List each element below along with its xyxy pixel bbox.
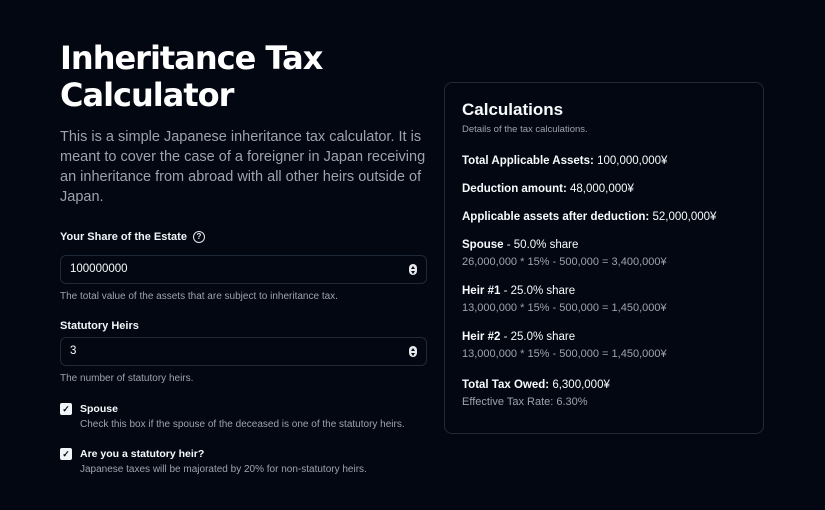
heir-name: Heir #1 <box>462 285 501 297</box>
heir-formula: 26,000,000 * 15% - 500,000 = 3,400,000¥ <box>462 256 667 268</box>
statutory-heir-description: Japanese taxes will be majorated by 20% … <box>80 464 367 475</box>
heir-heading: Heir #1 - 25.0% share <box>462 284 746 299</box>
heir-name: Heir #2 <box>462 331 501 343</box>
heir-formula: 13,000,000 * 15% - 500,000 = 1,450,000¥ <box>462 348 667 360</box>
heir-block-2: Heir #2 - 25.0% share 13,000,000 * 15% -… <box>462 330 746 362</box>
heir-formula: 13,000,000 * 15% - 500,000 = 1,450,000¥ <box>462 302 667 314</box>
page-title: Inheritance Tax Calculator <box>60 39 323 114</box>
share-stepper-icon[interactable] <box>409 264 417 275</box>
total-assets-value: 100,000,000¥ <box>597 155 668 167</box>
share-label-row: Your Share of the Estate ? <box>60 231 205 243</box>
heirs-description: The number of statutory heirs. <box>60 373 194 384</box>
deduction-label: Deduction amount: <box>462 183 567 195</box>
calculations-title: Calculations <box>462 100 564 119</box>
heir-share: - 50.0% share <box>506 239 579 251</box>
total-assets-label: Total Applicable Assets: <box>462 155 594 167</box>
heirs-label: Statutory Heirs <box>60 320 139 332</box>
total-assets-line: Total Applicable Assets: 100,000,000¥ <box>462 154 746 169</box>
spouse-checkbox-row[interactable]: ✓ Spouse Check this box if the spouse of… <box>60 403 440 432</box>
after-deduction-label: Applicable assets after deduction: <box>462 211 650 223</box>
heir-name: Spouse <box>462 239 504 251</box>
heir-share: - 25.0% share <box>503 285 576 297</box>
heirs-input-value: 3 <box>70 345 77 357</box>
total-owed-block: Total Tax Owed: 6,300,000¥ Effective Tax… <box>462 378 746 410</box>
heirs-input[interactable]: 3 <box>60 337 427 366</box>
spouse-checkbox[interactable]: ✓ <box>60 403 72 415</box>
help-icon[interactable]: ? <box>192 231 205 243</box>
effective-tax-rate: Effective Tax Rate: 6.30% <box>462 396 588 408</box>
share-input-value: 100000000 <box>70 263 128 275</box>
total-owed-value: 6,300,000¥ <box>552 379 610 391</box>
spouse-description: Check this box if the spouse of the dece… <box>80 419 405 430</box>
heir-block-spouse: Spouse - 50.0% share 26,000,000 * 15% - … <box>462 238 746 270</box>
calculations-card: Calculations Details of the tax calculat… <box>444 82 764 434</box>
spouse-label: Spouse <box>80 403 118 415</box>
deduction-value: 48,000,000¥ <box>569 183 634 195</box>
statutory-heir-checkbox-row[interactable]: ✓ Are you a statutory heir? Japanese tax… <box>60 448 440 477</box>
share-description: The total value of the assets that are s… <box>60 291 338 302</box>
total-owed-label: Total Tax Owed: <box>462 379 550 391</box>
heir-block-1: Heir #1 - 25.0% share 13,000,000 * 15% -… <box>462 284 746 316</box>
statutory-heir-checkbox[interactable]: ✓ <box>60 448 72 460</box>
heir-heading: Heir #2 - 25.0% share <box>462 330 746 345</box>
heir-heading: Spouse - 50.0% share <box>462 238 746 253</box>
heir-share: - 25.0% share <box>503 331 576 343</box>
calculator-form-section: Inheritance Tax Calculator This is a sim… <box>60 39 430 475</box>
after-deduction-line: Applicable assets after deduction: 52,00… <box>462 210 746 225</box>
total-owed-line: Total Tax Owed: 6,300,000¥ <box>462 378 746 393</box>
after-deduction-value: 52,000,000¥ <box>652 211 717 223</box>
heirs-stepper-icon[interactable] <box>409 346 417 357</box>
statutory-heir-label: Are you a statutory heir? <box>80 448 205 460</box>
calculations-subtitle: Details of the tax calculations. <box>462 124 588 135</box>
share-label: Your Share of the Estate <box>60 231 187 243</box>
share-input[interactable]: 100000000 <box>60 255 427 284</box>
deduction-line: Deduction amount: 48,000,000¥ <box>462 182 746 197</box>
intro-text: This is a simple Japanese inheritance ta… <box>60 129 426 205</box>
